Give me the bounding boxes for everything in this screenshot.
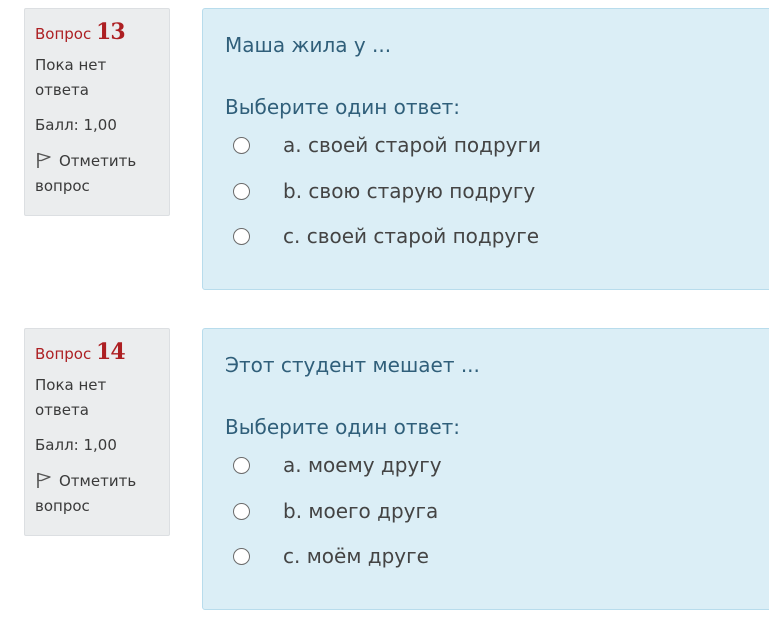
flag-icon xyxy=(35,471,53,489)
question-state: Пока нет ответа xyxy=(35,56,107,99)
radio-icon[interactable] xyxy=(233,137,250,154)
question-content: Маша жила у ... Выберите один ответ: a. … xyxy=(202,8,769,290)
radio-icon[interactable] xyxy=(233,228,250,245)
question-number: Вопрос 14 xyxy=(35,341,159,365)
answer-label: a. своей старой подруги xyxy=(283,133,542,157)
answer-label: b. свою старую подругу xyxy=(283,179,536,203)
question-text: Этот студент мешает ... xyxy=(225,353,480,377)
flag-icon xyxy=(35,151,53,169)
answer-label: a. моему другу xyxy=(283,453,442,477)
answer-label: b. моего друга xyxy=(283,499,439,523)
radio-icon[interactable] xyxy=(233,503,250,520)
question-label: Вопрос xyxy=(35,25,92,43)
quiz-page: Вопрос 13 Пока нет ответа Балл: 1,00 Отм… xyxy=(0,0,769,628)
answer-option-c[interactable]: c. своей старой подруге xyxy=(233,224,753,252)
question-info: Вопрос 13 Пока нет ответа Балл: 1,00 Отм… xyxy=(24,8,170,216)
question-number-value: 14 xyxy=(96,339,126,365)
answer-label: c. моём друге xyxy=(283,544,429,568)
question-content: Этот студент мешает ... Выберите один от… xyxy=(202,328,769,610)
question-grade: Балл: 1,00 xyxy=(35,436,117,454)
radio-icon[interactable] xyxy=(233,183,250,200)
radio-icon[interactable] xyxy=(233,548,250,565)
answer-option-b[interactable]: b. свою старую подругу xyxy=(233,179,753,207)
flag-question-button[interactable]: Отметить вопрос xyxy=(35,149,159,199)
radio-icon[interactable] xyxy=(233,457,250,474)
question-grade: Балл: 1,00 xyxy=(35,116,117,134)
question-info: Вопрос 14 Пока нет ответа Балл: 1,00 Отм… xyxy=(24,328,170,536)
flag-question-button[interactable]: Отметить вопрос xyxy=(35,469,159,519)
answer-option-a[interactable]: a. своей старой подруги xyxy=(233,133,753,161)
answer-prompt: Выберите один ответ: xyxy=(225,95,461,119)
answer-option-c[interactable]: c. моём друге xyxy=(233,544,753,572)
question-text: Маша жила у ... xyxy=(225,33,392,57)
question-label: Вопрос xyxy=(35,345,92,363)
question-number: Вопрос 13 xyxy=(35,21,159,45)
answer-option-b[interactable]: b. моего друга xyxy=(233,499,753,527)
question-state: Пока нет ответа xyxy=(35,376,107,419)
answer-option-a[interactable]: a. моему другу xyxy=(233,453,753,481)
answer-prompt: Выберите один ответ: xyxy=(225,415,461,439)
question-number-value: 13 xyxy=(96,19,126,45)
answer-label: c. своей старой подруге xyxy=(283,224,540,248)
